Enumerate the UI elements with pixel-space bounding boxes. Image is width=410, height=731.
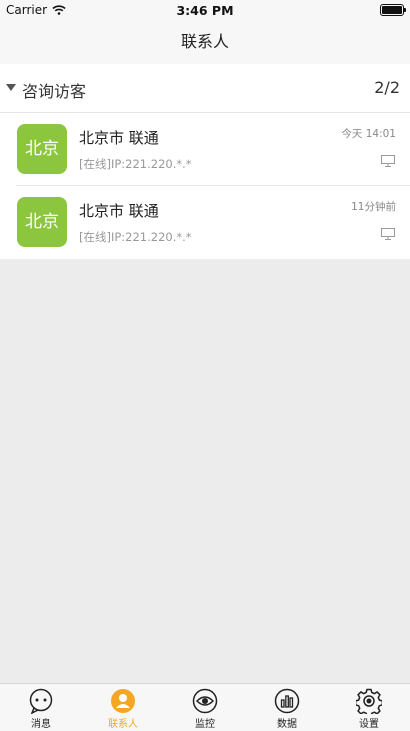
tab-label: 消息	[31, 719, 51, 730]
tab-messages[interactable]: 消息	[0, 684, 82, 731]
message-icon	[29, 688, 53, 714]
tab-monitor[interactable]: 监控	[164, 684, 246, 731]
contact-time: 今天 14:01	[341, 128, 396, 140]
group-count: 2/2	[374, 78, 400, 97]
group-name: 咨询访客	[22, 82, 87, 101]
page-title: 联系人	[180, 32, 229, 51]
avatar: 北京	[17, 124, 67, 174]
status-bar: Carrier 3:46 PM	[0, 0, 410, 20]
tab-contacts[interactable]: 联系人	[82, 684, 164, 731]
battery-icon	[380, 4, 406, 16]
contact-subtitle: [在线]IP:221.220.*.*	[79, 230, 192, 244]
expand-triangle-icon	[6, 84, 16, 91]
tab-label: 监控	[195, 719, 215, 730]
contact-row[interactable]: 北京 北京市 联通 [在线]IP:221.220.*.* 今天 14:01	[0, 113, 410, 186]
eye-icon	[192, 688, 218, 714]
tab-data[interactable]: 数据	[246, 684, 328, 731]
tab-label: 联系人	[108, 719, 138, 730]
avatar: 北京	[17, 197, 67, 247]
chart-icon	[274, 688, 300, 714]
tab-bar: 消息 联系人 监控 数据 设置	[0, 683, 410, 731]
nav-bar: 联系人	[0, 20, 410, 64]
gear-icon	[356, 688, 382, 714]
contact-subtitle: [在线]IP:221.220.*.*	[79, 157, 192, 171]
tab-label: 数据	[277, 719, 297, 730]
contact-time: 11分钟前	[351, 201, 396, 213]
contacts-icon	[111, 689, 135, 713]
clock: 3:46 PM	[176, 3, 234, 18]
desktop-icon	[381, 228, 395, 240]
tab-label: 设置	[359, 719, 379, 730]
contact-title: 北京市 联通	[79, 202, 159, 220]
contact-title: 北京市 联通	[79, 129, 159, 147]
group-header[interactable]: 咨询访客 2/2	[0, 64, 410, 113]
tab-settings[interactable]: 设置	[328, 684, 410, 731]
desktop-icon	[381, 155, 395, 167]
contact-row[interactable]: 北京 北京市 联通 [在线]IP:221.220.*.* 11分钟前	[0, 186, 410, 259]
